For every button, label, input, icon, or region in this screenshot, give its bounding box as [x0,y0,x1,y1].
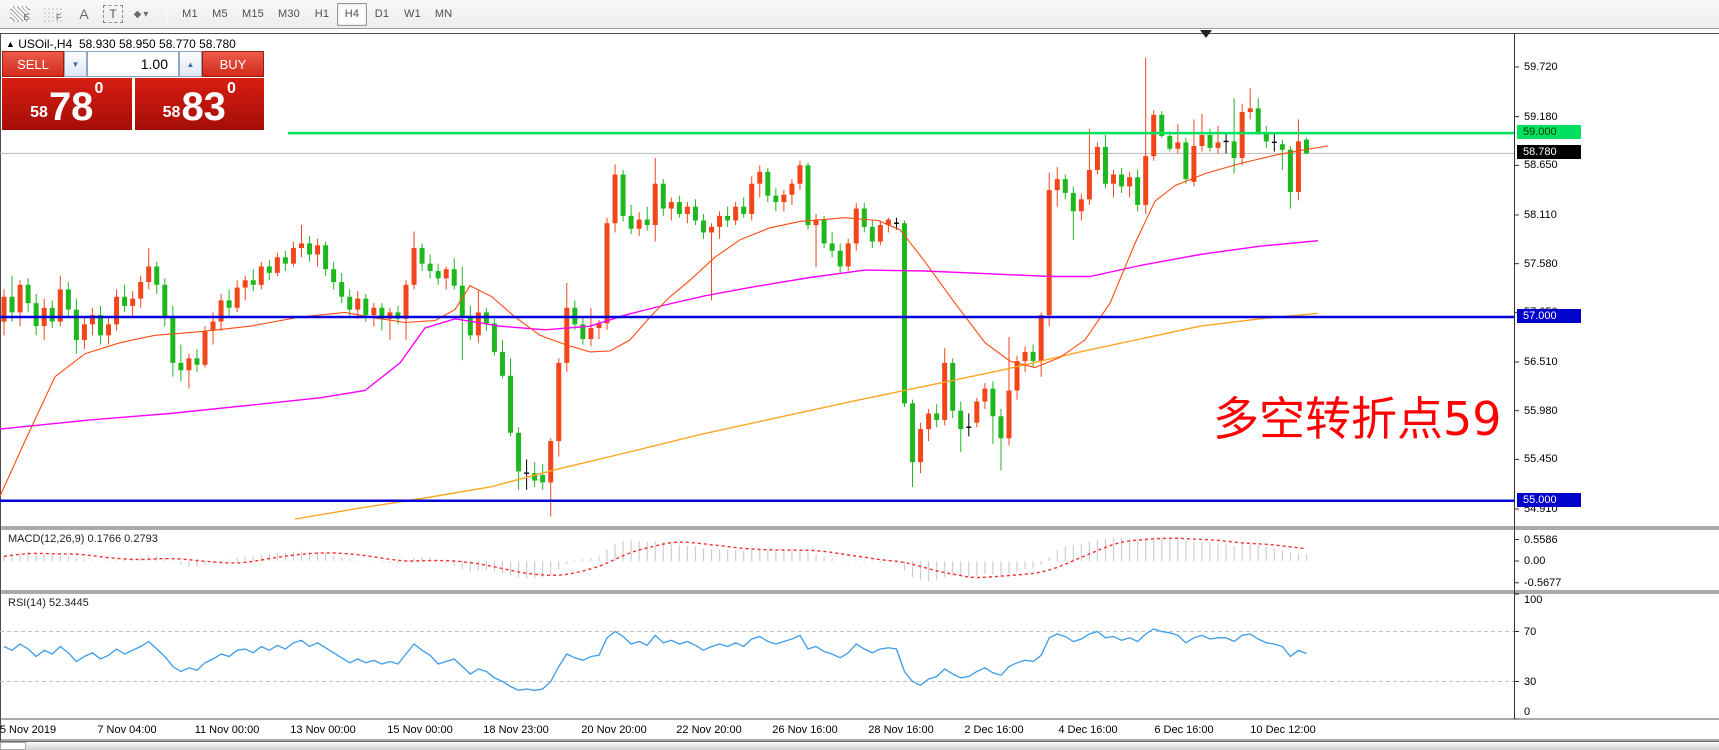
chart-shift-icon[interactable] [1200,30,1212,38]
sell-price-box[interactable]: 58 78 0 [2,78,132,130]
date-axis-label: 20 Nov 20:00 [581,724,646,736]
date-axis-label: 28 Nov 16:00 [868,724,933,736]
rsi-scale-label: 100 [1524,594,1542,606]
volume-input[interactable] [87,51,179,77]
buy-price-main: 83 [181,88,226,126]
ohlc-low: 58.770 [159,37,196,51]
rsi-indicator-label: RSI(14) 52.3445 [8,597,89,609]
scrollbar-thumb[interactable] [0,742,26,750]
price-axis-line [1514,33,1515,719]
volume-decrease-button[interactable]: ▼ [64,51,87,77]
macd-scale-label: -0.5677 [1524,577,1561,589]
buy-price-box[interactable]: 58 83 0 [135,78,265,130]
price-axis-label: 58.650 [1524,159,1558,171]
date-axis-label: 15 Nov 00:00 [387,724,452,736]
ohlc-open: 58.930 [79,37,116,51]
chart-annotation-text: 多空转折点59 [1213,383,1502,449]
macd-indicator-label: MACD(12,26,9) 0.1766 0.2793 [8,533,158,545]
price-axis-label: 58.110 [1524,209,1557,221]
symbol-period: USOil-,H4 [18,37,72,51]
date-axis-label: 22 Nov 20:00 [676,724,741,736]
sell-price-pip: 0 [94,80,103,98]
price-axis-label: 57.580 [1524,258,1558,270]
date-axis-label: 11 Nov 00:00 [195,724,260,736]
price-axis-label: 59.180 [1524,111,1558,123]
date-axis-label: 26 Nov 16:00 [772,724,837,736]
date-axis-label: 6 Dec 16:00 [1154,724,1213,736]
buy-price-pip: 0 [227,80,236,98]
sell-price-main: 78 [49,88,94,126]
symbol-arrow-icon: ▲ [6,39,15,49]
price-axis-label: 59.720 [1524,61,1558,73]
rsi-scale-label: 0 [1524,706,1530,718]
buy-button[interactable]: BUY [202,51,264,77]
sell-price-int: 58 [30,104,48,122]
date-axis-label: 4 Dec 16:00 [1058,724,1117,736]
price-axis-label: 55.980 [1524,405,1558,417]
chart-header: ▲ USOil-,H4 58.930 58.950 58.770 58.780 [6,37,236,51]
one-click-trading-panel: SELL ▼ ▲ BUY 58 78 0 58 83 0 [2,51,264,130]
price-tag-57.000: 57.000 [1517,309,1581,323]
date-axis-label: 10 Dec 12:00 [1250,724,1315,736]
date-axis-label: 5 Nov 2019 [0,724,56,736]
date-axis-label: 2 Dec 16:00 [964,724,1023,736]
date-axis-label: 13 Nov 00:00 [290,724,355,736]
price-axis-label: 55.450 [1524,453,1558,465]
price-axis-label: 56.510 [1524,356,1558,368]
buy-price-int: 58 [163,104,181,122]
date-axis-label: 7 Nov 04:00 [97,724,156,736]
price-tag-55.000: 55.000 [1517,493,1581,507]
price-tag-58.780: 58.780 [1517,145,1581,159]
volume-increase-button[interactable]: ▲ [179,51,202,77]
rsi-scale-label: 30 [1524,676,1536,688]
date-axis-label: 18 Nov 23:00 [483,724,548,736]
horizontal-scrollbar[interactable] [0,741,1719,750]
rsi-scale-label: 70 [1524,626,1536,638]
macd-scale-label: 0.00 [1524,555,1545,567]
ohlc-high: 58.950 [119,37,156,51]
price-tag-59.000: 59.000 [1517,125,1581,139]
sell-button[interactable]: SELL [2,51,64,77]
ohlc-close: 58.780 [199,37,236,51]
macd-scale-label: 0.5586 [1524,534,1558,546]
